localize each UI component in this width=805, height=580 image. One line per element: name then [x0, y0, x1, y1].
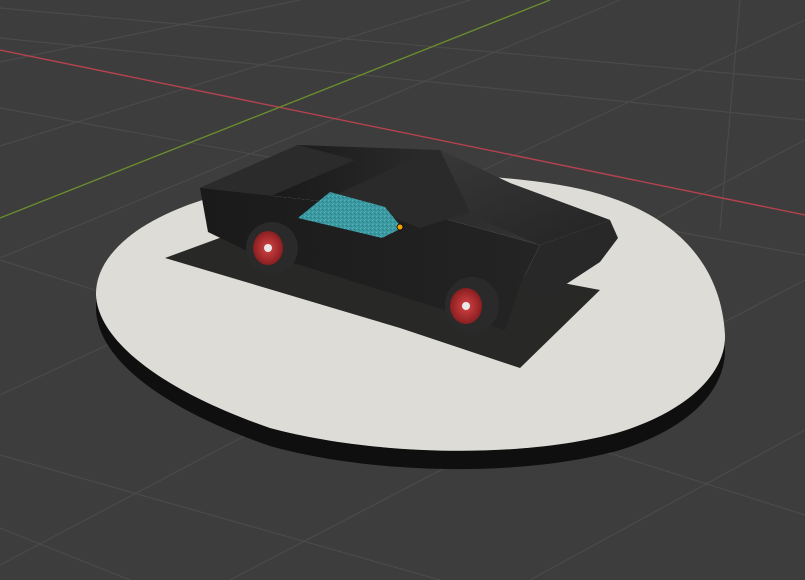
front-wheel: [445, 277, 499, 333]
viewport-canvas[interactable]: [0, 0, 805, 580]
origin-marker-icon[interactable]: [396, 223, 404, 231]
3d-viewport[interactable]: [0, 0, 805, 580]
rear-wheel: [246, 222, 298, 274]
